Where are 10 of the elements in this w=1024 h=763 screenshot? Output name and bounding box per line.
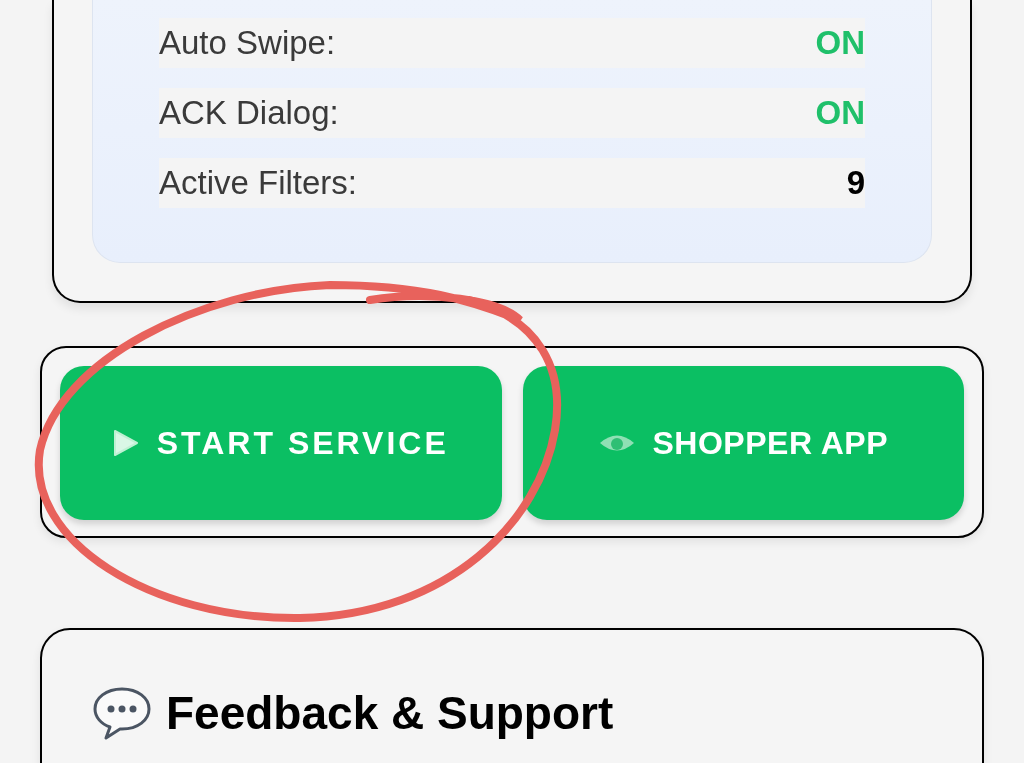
action-button[interactable]: SHOPPER APP xyxy=(522,366,964,520)
setting-label: Active Filters: xyxy=(159,163,358,204)
setting-value: ON xyxy=(815,23,865,64)
speech-bubble-icon xyxy=(92,686,152,740)
action-button[interactable]: START SERVICE xyxy=(60,366,502,520)
play-icon xyxy=(112,429,139,457)
setting-value: ON xyxy=(815,93,865,134)
setting-label: ACK Dialog: xyxy=(159,93,339,134)
setting-value: 9 xyxy=(846,163,865,204)
setting-label: Auto Swipe: xyxy=(159,23,336,64)
